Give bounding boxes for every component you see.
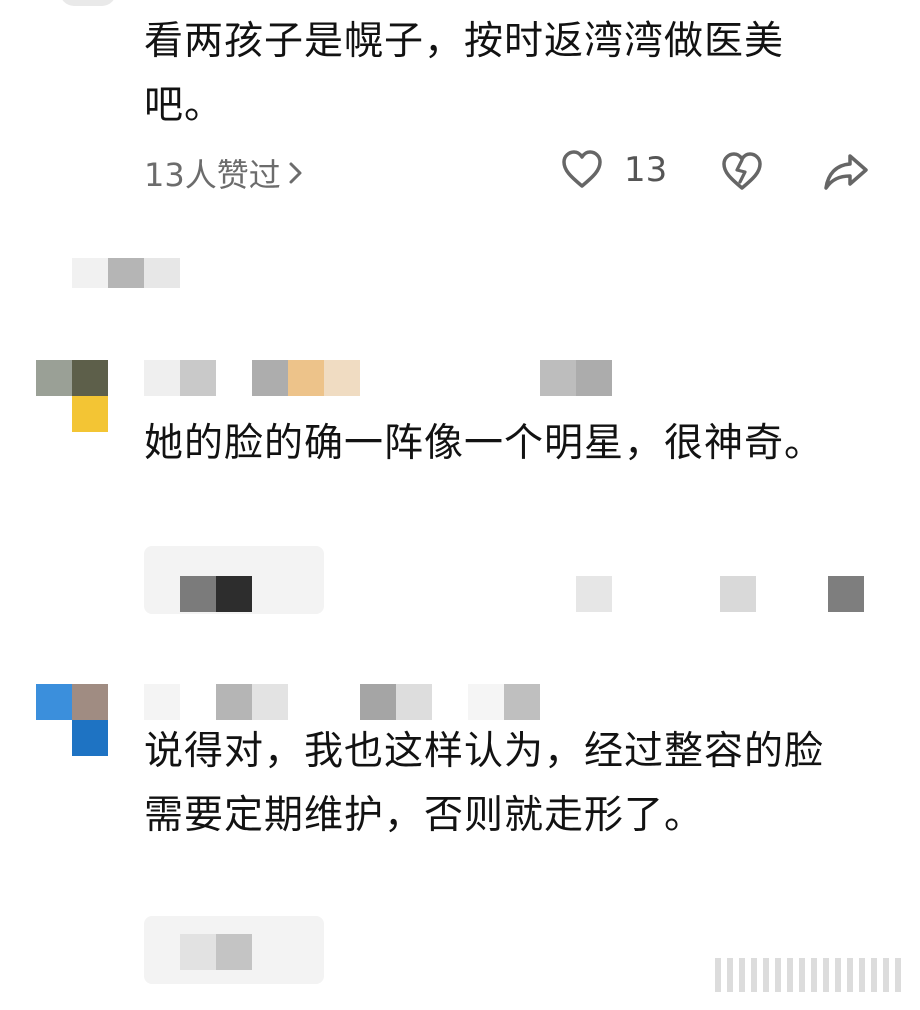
comment-text: 看两孩子是幌子，按时返湾湾做医美吧。 <box>144 19 785 128</box>
avatar <box>36 684 108 756</box>
chevron-right-icon <box>287 160 305 186</box>
like-button[interactable]: 13 <box>560 148 667 192</box>
share-button[interactable] <box>822 150 870 194</box>
share-arrow-icon <box>824 154 868 190</box>
username-blur <box>144 684 544 720</box>
like-count: 13 <box>624 150 668 190</box>
dislike-button[interactable] <box>720 150 764 194</box>
avatar-partial <box>60 0 116 6</box>
avatar <box>36 360 108 432</box>
reply-preview-blur <box>180 934 252 970</box>
comment-text: 她的脸的确一阵像一个明星，很神奇。 <box>144 421 825 466</box>
comment-text: 说得对，我也这样认为，经过整容的脸需要定期维护，否则就走形了。 <box>144 729 825 838</box>
broken-heart-icon <box>722 152 762 190</box>
reply-preview-blur <box>180 576 252 612</box>
likes-summary-label: 13人赞过 <box>144 156 281 194</box>
likes-summary-link[interactable]: 13人赞过 <box>144 150 305 196</box>
reply-preview-blur <box>72 258 180 288</box>
heart-outline-icon <box>560 148 604 192</box>
watermark <box>715 958 905 992</box>
username-blur <box>144 360 614 396</box>
actions-blur <box>576 576 866 612</box>
